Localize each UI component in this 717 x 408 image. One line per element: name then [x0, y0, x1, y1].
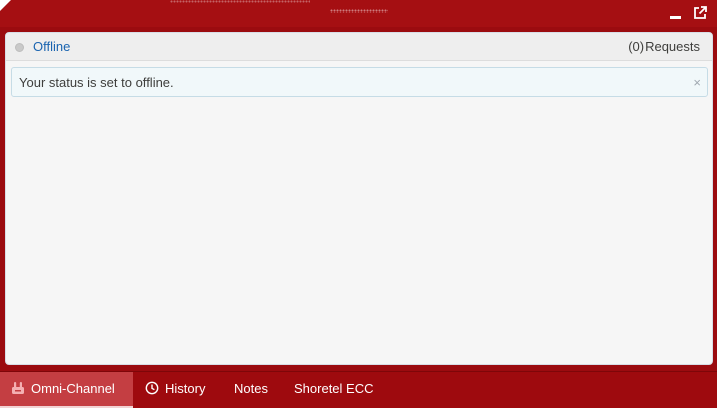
- corner-marker: [0, 0, 11, 11]
- utility-tab-bar: Omni-Channel History Notes Shoretel ECC: [0, 371, 717, 408]
- tab-shoretel-ecc-label: Shoretel ECC: [294, 381, 374, 396]
- status-dropdown[interactable]: Offline: [33, 39, 70, 54]
- clock-icon: [145, 381, 159, 395]
- status-indicator-icon: [15, 43, 24, 52]
- tab-notes[interactable]: Notes: [234, 372, 279, 408]
- utility-bar-header: [0, 0, 717, 27]
- requests-count: (0): [628, 39, 645, 54]
- tab-history[interactable]: History: [145, 372, 225, 408]
- tab-notes-label: Notes: [234, 381, 268, 396]
- tab-omni-channel-label: Omni-Channel: [31, 381, 115, 396]
- requests-label: Requests: [645, 39, 700, 54]
- top-edge-grip[interactable]: [170, 0, 310, 3]
- omni-channel-panel: Offline (0)Requests Your status is set t…: [5, 32, 713, 365]
- minimize-icon[interactable]: [669, 8, 683, 20]
- drag-handle[interactable]: [330, 9, 388, 13]
- close-icon[interactable]: ×: [693, 75, 701, 90]
- omni-channel-icon: [12, 382, 24, 394]
- status-header: Offline (0)Requests: [6, 33, 712, 61]
- requests-counter: (0)Requests: [628, 39, 700, 54]
- tab-shoretel-ecc[interactable]: Shoretel ECC: [294, 372, 384, 408]
- tab-history-label: History: [165, 381, 206, 396]
- tab-omni-channel[interactable]: Omni-Channel: [0, 372, 133, 408]
- status-notice-text: Your status is set to offline.: [19, 75, 174, 90]
- status-notice: Your status is set to offline. ×: [11, 67, 708, 97]
- popout-icon[interactable]: [693, 6, 707, 20]
